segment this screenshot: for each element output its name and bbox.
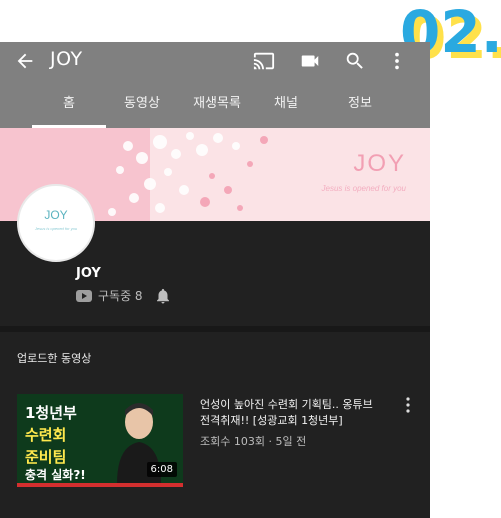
thumb-text-line: 충격 실화?!	[25, 468, 86, 482]
avatar-brand-text: JOY	[44, 208, 68, 222]
channel-title: JOY	[50, 48, 83, 70]
thumb-text-line: 준비팀	[25, 448, 67, 466]
tab-about[interactable]: 정보	[330, 80, 390, 128]
avatar-tagline: Jesus is opened for you	[34, 226, 78, 231]
video-camera-icon[interactable]	[298, 50, 322, 72]
uploads-section-title: 업로드한 동영상	[17, 352, 92, 365]
subscription-status[interactable]: 구독중 8	[98, 287, 143, 304]
tab-channels[interactable]: 채널	[258, 80, 314, 128]
video-more-vert-icon[interactable]	[404, 396, 412, 414]
channel-avatar[interactable]: JOY Jesus is opened for you	[17, 184, 95, 262]
channel-name: JOY	[76, 266, 101, 281]
thumb-text-line: 수련회	[25, 426, 67, 444]
tab-home[interactable]: 홈	[32, 80, 106, 128]
thumb-text-line: 1청년부	[25, 404, 77, 422]
tab-playlists[interactable]: 재생목록	[182, 80, 252, 128]
tab-videos[interactable]: 동영상	[110, 80, 174, 128]
search-icon[interactable]	[343, 50, 367, 72]
notification-bell-icon[interactable]	[154, 286, 172, 306]
video-list-item[interactable]: 1청년부 수련회 준비팀 충격 실화?! 6:08 언성이 높아진 수련회 기획…	[0, 382, 430, 492]
more-vert-icon[interactable]	[388, 50, 406, 72]
back-arrow-icon[interactable]	[14, 50, 36, 72]
banner-tagline: Jesus is opened for you	[321, 184, 407, 193]
cast-icon[interactable]	[252, 50, 276, 72]
video-title[interactable]: 언성이 높아진 수련회 기획팀.. 옹튜브 전격취재!! [성광교회 1청년부]	[200, 397, 380, 429]
youtube-play-icon	[76, 290, 92, 302]
watch-progress-bar	[17, 483, 183, 487]
video-duration: 6:08	[146, 462, 177, 477]
app-bar: JOY	[0, 42, 430, 80]
video-thumbnail[interactable]: 1청년부 수련회 준비팀 충격 실화?! 6:08	[17, 394, 183, 487]
youtube-channel-screen: JOY 홈 동영상 재생목록 채널 정보 JOY Jesus is opened…	[0, 42, 430, 518]
section-divider	[0, 326, 430, 332]
channel-tabs: 홈 동영상 재생목록 채널 정보	[0, 80, 430, 128]
banner-brand-text: JOY	[353, 150, 406, 177]
video-meta: 조회수 103회 · 5일 전	[200, 435, 307, 448]
